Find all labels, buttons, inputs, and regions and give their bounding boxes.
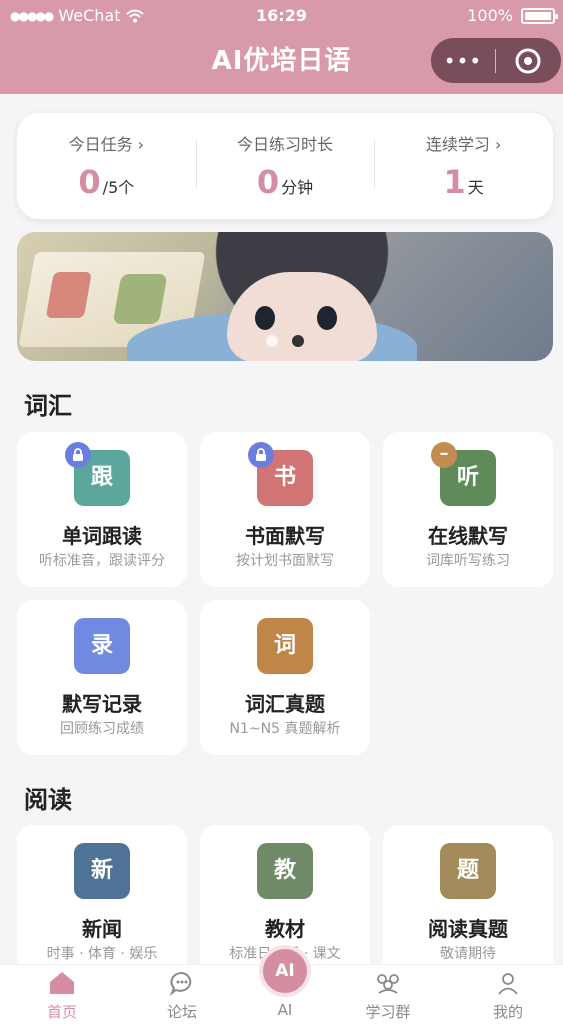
carousel-dot-active[interactable] [292,335,304,347]
lock-icon [65,442,91,468]
tab-me[interactable]: 我的 [452,965,563,1024]
tab-label: 我的 [492,1003,523,1021]
card-reading-exam[interactable]: 题 阅读真题 敬请期待 [383,825,553,980]
stat-value: 0 /5个 [17,163,196,201]
exam-icon: 题 [440,843,496,899]
stat-unit: 天 [467,178,484,197]
carousel-indicator [17,335,553,347]
tab-label: 学习群 [365,1003,411,1021]
card-title: 书面默写 [245,524,325,548]
stat-value: 0 分钟 [196,163,375,201]
card-subtitle: 按计划书面默写 [236,553,334,569]
more-dots-icon: ••• [443,48,483,73]
card-subtitle: 敬请期待 [440,946,496,962]
status-right: 100% [467,6,558,25]
section-title-vocab: 词汇 [24,392,72,420]
stat-today-tasks[interactable]: 今日任务 › 0 /5个 [17,131,196,201]
ai-icon: AI [275,961,295,981]
close-miniprogram-button[interactable] [496,47,560,75]
tab-label: 论坛 [166,1003,197,1021]
chat-icon [166,969,198,997]
tab-label: 首页 [46,1003,77,1021]
target-icon [515,48,541,73]
carousel-dot[interactable] [266,335,278,347]
book-figure [112,274,168,324]
record-icon: 录 [74,618,130,674]
book-figure [45,272,92,318]
textbook-icon: 教 [257,843,313,899]
tab-home[interactable]: 首页 [6,965,118,1024]
banner-child-eye [317,306,337,330]
card-news[interactable]: 新 新闻 时事 · 体育 · 娱乐 [17,825,187,980]
card-title: 词汇真题 [245,692,325,716]
minus-badge-icon: – [431,442,457,468]
card-subtitle: N1~N5 真题解析 [229,721,341,737]
stat-unit: /5个 [102,178,135,197]
group-icon [372,969,404,997]
card-title: 教材 [265,917,305,941]
miniprogram-capsule: ••• [431,38,561,83]
home-icon [46,969,78,997]
stat-number: 1 [443,163,466,201]
card-subtitle: 听标准音，跟读评分 [39,553,165,569]
card-dictation-records[interactable]: 录 默写记录 回顾练习成绩 [17,600,187,755]
banner-child-eye [255,306,275,330]
tab-study-group[interactable]: 学习群 [332,965,444,1024]
banner-carousel[interactable] [17,232,553,361]
card-subtitle: 回顾练习成绩 [60,721,144,737]
stat-label: 今日任务 › [68,135,145,154]
stat-value: 1 天 [374,163,553,201]
card-vocab-exam[interactable]: 词 词汇真题 N1~N5 真题解析 [200,600,370,755]
battery-percent: 100% [467,6,513,25]
card-subtitle: 词库听写练习 [426,553,510,569]
card-subtitle: 时事 · 体育 · 娱乐 [46,946,158,962]
tab-label: AI [277,1001,293,1019]
ai-center-button[interactable]: AI [259,945,311,997]
lock-icon [248,442,274,468]
word-icon: 词 [257,618,313,674]
card-title: 阅读真题 [428,917,508,941]
stat-unit: 分钟 [281,178,314,197]
stat-label: 今日练习时长 [237,135,334,154]
more-options-button[interactable]: ••• [431,49,495,73]
card-written-dictation[interactable]: 书 书面默写 按计划书面默写 [200,432,370,587]
header-bar: ●●●●● WeChat 16:29 100% AI优培日语 ••• [0,0,563,94]
stat-streak[interactable]: 连续学习 › 1 天 [374,131,553,201]
user-icon [492,969,524,997]
card-online-dictation[interactable]: 听 – 在线默写 词库听写练习 [383,432,553,587]
stat-number: 0 [256,163,280,201]
card-title: 单词跟读 [62,524,142,548]
stat-label: 连续学习 › [425,135,502,154]
news-icon: 新 [74,843,130,899]
status-bar: ●●●●● WeChat 16:29 100% [0,0,563,32]
card-title: 默写记录 [62,692,142,716]
card-title: 新闻 [82,917,122,941]
stat-number: 0 [78,163,101,201]
stat-practice-time: 今日练习时长 0 分钟 [195,131,375,201]
daily-stats-card: 今日任务 › 0 /5个 今日练习时长 0 分钟 连续学习 › 1 天 [17,113,553,219]
card-title: 在线默写 [428,524,508,548]
battery-icon [521,7,558,24]
tab-forum[interactable]: 论坛 [126,965,238,1024]
section-title-reading: 阅读 [24,786,72,814]
card-word-shadowing[interactable]: 跟 单词跟读 听标准音，跟读评分 [17,432,187,587]
